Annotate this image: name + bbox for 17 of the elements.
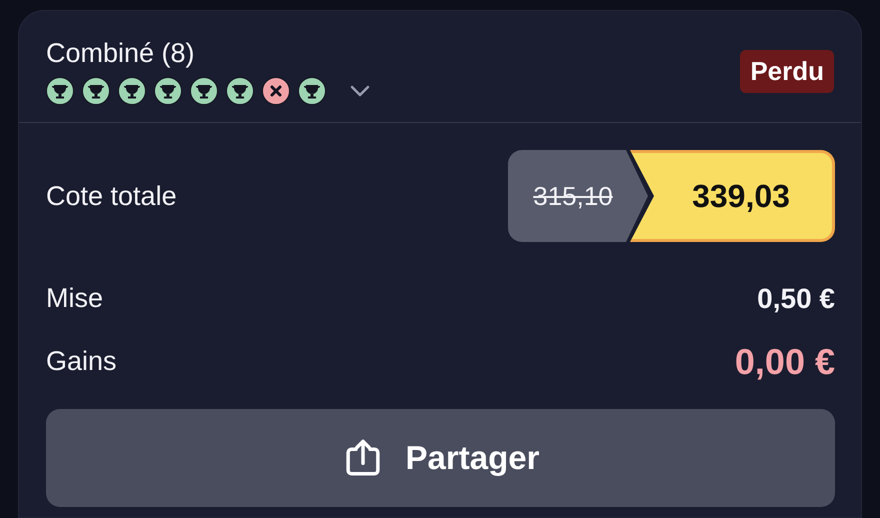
stake-amount: 0,50 € bbox=[757, 282, 835, 314]
trophy-icon bbox=[298, 77, 326, 105]
winnings-amount: 0,00 € bbox=[734, 340, 835, 382]
trophy-icon bbox=[226, 77, 254, 105]
trophy-icon bbox=[190, 77, 218, 105]
share-button[interactable]: Partager bbox=[46, 409, 835, 507]
cross-icon bbox=[262, 77, 290, 105]
status-badge: Perdu bbox=[740, 50, 834, 93]
boosted-odds: 339,03 bbox=[630, 150, 835, 242]
row-label: Gains bbox=[46, 346, 117, 377]
row-label: Mise bbox=[46, 283, 104, 314]
trophy-icon bbox=[154, 77, 182, 105]
odds-label: Cote totale bbox=[46, 180, 177, 212]
trophy-icon bbox=[118, 77, 146, 105]
trophy-icon bbox=[82, 77, 110, 105]
trophy-icon bbox=[46, 77, 74, 105]
bet-title: Combiné (8) bbox=[46, 37, 196, 69]
